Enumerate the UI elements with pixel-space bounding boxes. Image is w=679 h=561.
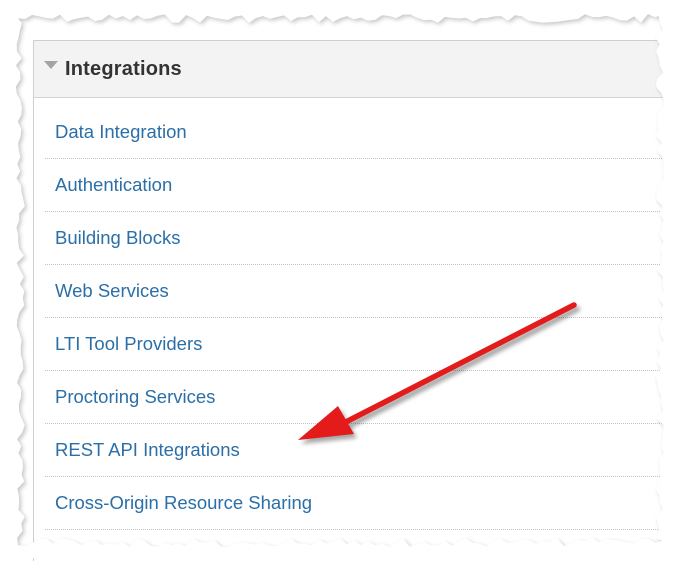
torn-edge-shadow [2, 2, 679, 558]
torn-edge-frame [0, 0, 679, 558]
torn-edge-mask [0, 0, 679, 558]
